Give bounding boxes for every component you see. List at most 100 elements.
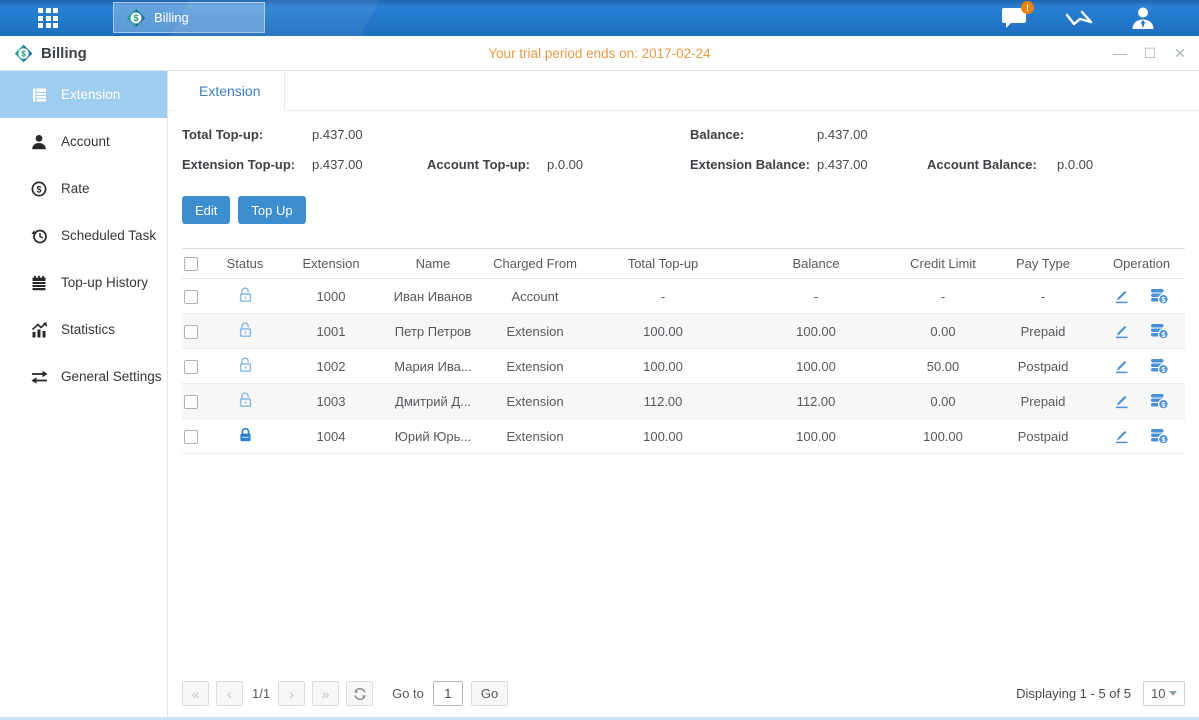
cell-charged-from: Extension (478, 359, 592, 374)
cell-balance: 100.00 (734, 324, 898, 339)
svg-text:$: $ (36, 184, 41, 194)
lock-closed-icon[interactable] (237, 426, 254, 443)
taskbar-tab-label: Billing (154, 10, 189, 25)
notification-badge: ! (1021, 1, 1034, 14)
lock-open-icon[interactable] (237, 391, 254, 408)
apps-grid-icon[interactable] (38, 8, 68, 29)
bar-chart-icon (30, 321, 48, 338)
top-up-button[interactable]: Top Up (238, 196, 305, 224)
billing-diamond-icon: $ (126, 8, 146, 28)
cell-name: Иван Иванов (388, 289, 478, 304)
cell-pay-type: - (988, 289, 1098, 304)
sidebar-item-label: Scheduled Task (61, 228, 156, 243)
lock-open-icon[interactable] (237, 321, 254, 338)
edit-button[interactable]: Edit (182, 196, 230, 224)
edit-pencil-icon[interactable] (1114, 323, 1130, 339)
row-checkbox[interactable] (184, 395, 198, 409)
lock-open-icon[interactable] (237, 286, 254, 303)
table-row: 1001Петр ПетровExtension100.00100.000.00… (182, 314, 1185, 349)
user-account-icon[interactable] (1127, 5, 1159, 31)
trial-notice: Your trial period ends on: 2017-02-24 (0, 46, 1199, 61)
extension-topup-label: Extension Top-up: (182, 157, 312, 172)
page-size-value: 10 (1151, 686, 1165, 701)
cell-total-topup: - (592, 289, 734, 304)
cell-credit-limit: 100.00 (898, 429, 988, 444)
sidebar-item-rate[interactable]: $ Rate (0, 165, 167, 212)
cell-extension: 1004 (274, 429, 388, 444)
cell-name: Петр Петров (388, 324, 478, 339)
cell-charged-from: Extension (478, 324, 592, 339)
lock-open-icon[interactable] (237, 356, 254, 373)
clock-icon (30, 227, 48, 244)
next-page-button[interactable]: › (278, 681, 305, 706)
monitor-chart-icon[interactable] (1063, 5, 1095, 31)
extension-balance-label: Extension Balance: (690, 157, 817, 172)
sidebar-item-scheduled-task[interactable]: Scheduled Task (0, 212, 167, 259)
notifications-chat-icon[interactable]: ! (999, 5, 1031, 31)
edit-pencil-icon[interactable] (1114, 428, 1130, 444)
edit-pencil-icon[interactable] (1114, 358, 1130, 374)
cell-charged-from: Extension (478, 429, 592, 444)
sidebar-item-label: Rate (61, 181, 90, 196)
top-bar: $ Billing ! (0, 0, 1199, 36)
cell-credit-limit: - (898, 289, 988, 304)
refresh-icon[interactable] (346, 681, 373, 706)
goto-page-input[interactable] (433, 681, 463, 706)
sidebar-item-extension[interactable]: Extension (0, 71, 167, 118)
sidebar-item-label: Account (61, 134, 110, 149)
topup-coins-icon[interactable]: $ (1150, 323, 1169, 340)
cell-balance: 100.00 (734, 429, 898, 444)
topup-coins-icon[interactable]: $ (1150, 358, 1169, 375)
close-icon[interactable]: ✕ (1173, 46, 1187, 60)
col-name: Name (388, 256, 478, 271)
displaying-text: Displaying 1 - 5 of 5 (1016, 686, 1131, 701)
account-balance-value: p.0.00 (1057, 157, 1185, 172)
ledger-icon (30, 86, 48, 103)
sidebar: Extension Account $ Rate Scheduled Task Top-u… (0, 71, 168, 716)
cell-extension: 1001 (274, 324, 388, 339)
cell-charged-from: Account (478, 289, 592, 304)
account-topup-value: p.0.00 (547, 157, 690, 172)
topup-coins-icon[interactable]: $ (1150, 288, 1169, 305)
window-title: Billing (41, 45, 87, 62)
col-total-topup: Total Top-up (592, 256, 734, 271)
col-pay-type: Pay Type (988, 256, 1098, 271)
col-operation: Operation (1098, 256, 1185, 271)
extension-table: Status Extension Name Charged From Total… (182, 248, 1185, 454)
cell-pay-type: Postpaid (988, 429, 1098, 444)
prev-page-button[interactable]: ‹ (216, 681, 243, 706)
select-all-checkbox[interactable] (184, 257, 198, 271)
minimize-icon[interactable]: — (1113, 46, 1127, 60)
table-header-row: Status Extension Name Charged From Total… (182, 248, 1185, 279)
sidebar-item-statistics[interactable]: Statistics (0, 306, 167, 353)
go-button[interactable]: Go (471, 681, 508, 706)
last-page-button[interactable]: » (312, 681, 339, 706)
total-topup-label: Total Top-up: (182, 127, 312, 142)
row-checkbox[interactable] (184, 290, 198, 304)
svg-text:$: $ (134, 13, 139, 23)
tab-strip: Extension (168, 71, 1199, 111)
row-checkbox[interactable] (184, 360, 198, 374)
topup-coins-icon[interactable]: $ (1150, 393, 1169, 410)
row-checkbox[interactable] (184, 325, 198, 339)
topup-coins-icon[interactable]: $ (1150, 428, 1169, 445)
col-charged-from: Charged From (478, 256, 592, 271)
maximize-icon[interactable]: ☐ (1143, 46, 1157, 60)
row-checkbox[interactable] (184, 430, 198, 444)
extension-topup-value: p.437.00 (312, 157, 427, 172)
cell-pay-type: Prepaid (988, 394, 1098, 409)
cell-credit-limit: 0.00 (898, 324, 988, 339)
tab-extension[interactable]: Extension (175, 71, 285, 111)
sidebar-item-general-settings[interactable]: General Settings (0, 353, 167, 400)
svg-text:$: $ (21, 48, 26, 58)
cell-extension: 1002 (274, 359, 388, 374)
edit-pencil-icon[interactable] (1114, 288, 1130, 304)
sidebar-item-account[interactable]: Account (0, 118, 167, 165)
edit-pencil-icon[interactable] (1114, 393, 1130, 409)
sidebar-item-top-up-history[interactable]: Top-up History (0, 259, 167, 306)
sidebar-item-label: Top-up History (61, 275, 148, 290)
taskbar-billing-tab[interactable]: $ Billing (113, 2, 265, 33)
first-page-button[interactable]: « (182, 681, 209, 706)
cell-total-topup: 100.00 (592, 324, 734, 339)
page-size-dropdown[interactable]: 10 (1143, 681, 1185, 706)
